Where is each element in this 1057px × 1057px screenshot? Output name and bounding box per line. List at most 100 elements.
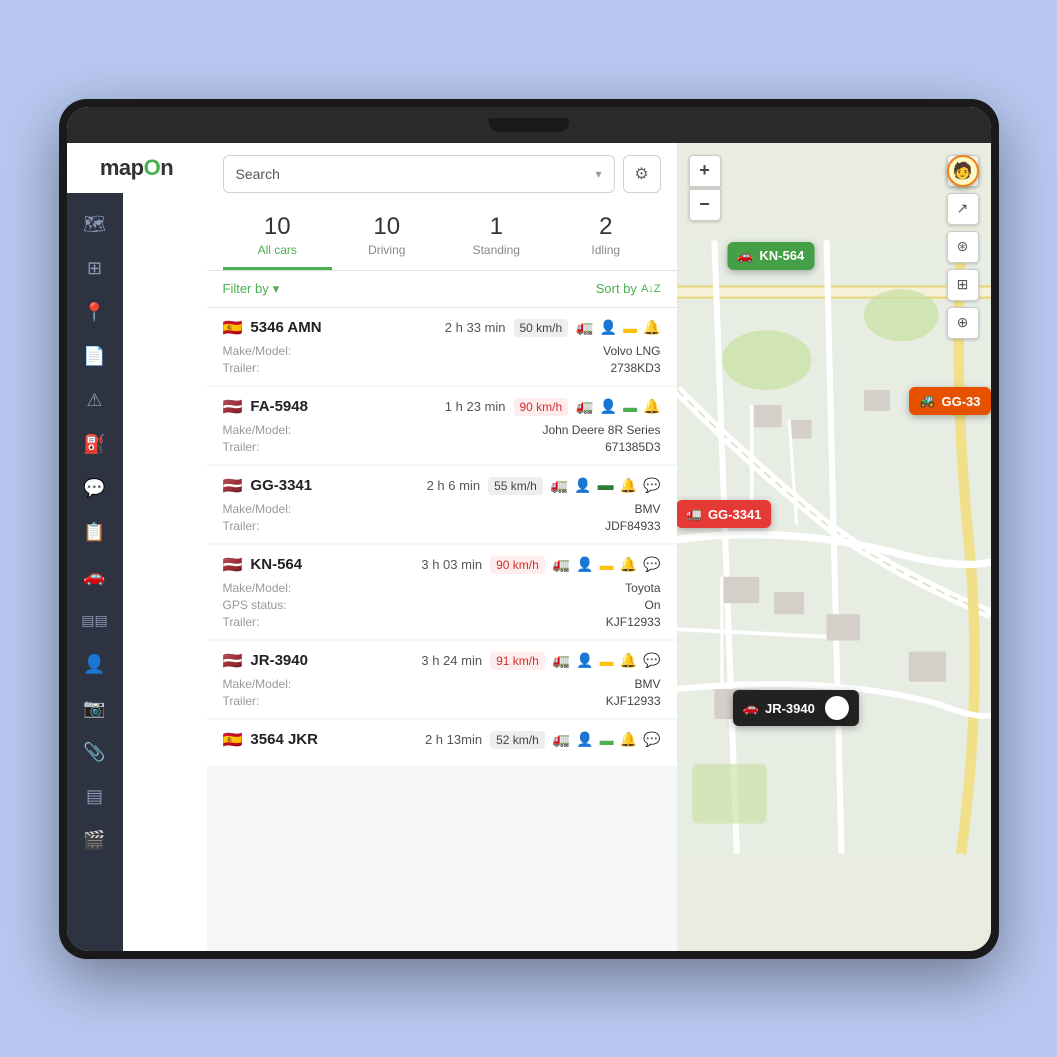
standing-count: 1 <box>446 213 548 241</box>
trailer-value: 671385D3 <box>605 440 660 454</box>
sidebar-icon-location[interactable]: 📍 <box>75 293 115 333</box>
make-model-label: Make/Model: <box>223 502 292 516</box>
device-inner: mapOn 🗺 ⊞ 📍 📄 ⚠ ⛽ 💬 📋 🚗 ▤▤ 👤 📷 📎 <box>67 107 991 951</box>
vehicle-meta-row: 2 h 6 min 55 km/h 🚛 👤 ▬ 🔔 💬 <box>427 477 661 495</box>
vehicle-detail-row: Make/Model: BMV <box>223 677 661 691</box>
sidebar-icon-dashboard[interactable]: ⊞ <box>75 249 115 289</box>
trailer-value: 2738KD3 <box>610 361 660 375</box>
sidebar-icon-report[interactable]: 📋 <box>75 513 115 553</box>
car-marker-icon: 🚗 <box>743 700 759 716</box>
vehicle-time: 3 h 24 min <box>421 653 482 668</box>
vehicle-main-row: 🇱🇻 JR-3940 3 h 24 min 91 km/h 🚛 👤 <box>223 651 661 671</box>
sidebar-icon-alert[interactable]: ⚠ <box>75 381 115 421</box>
map-marker-jr3940[interactable]: 🚗 JR-3940 ▶ <box>733 690 859 726</box>
vehicle-id: GG-3341 <box>250 477 312 494</box>
filter-button[interactable]: Filter by ▾ <box>223 281 280 297</box>
app-container: mapOn 🗺 ⊞ 📍 📄 ⚠ ⛽ 💬 📋 🚗 ▤▤ 👤 📷 📎 <box>67 143 991 951</box>
sidebar-icon-fuel[interactable]: ⛽ <box>75 425 115 465</box>
filter-sort-row: Filter by ▾ Sort by A↓Z <box>207 271 677 308</box>
search-input-text: Search <box>236 166 280 182</box>
vehicle-detail-row: Trailer: KJF12933 <box>223 694 661 708</box>
sort-button[interactable]: Sort by A↓Z <box>596 281 661 296</box>
map-marker-gg33[interactable]: 🚜 GG-33 <box>909 387 990 415</box>
flag-latvia: 🇱🇻 <box>223 555 243 575</box>
zoom-in-button[interactable]: + <box>689 155 721 187</box>
main-content: Search ▾ ⚙ 10 All cars 10 <box>207 143 991 951</box>
map-side-controls: 🧑 📏 ↗ ⊛ ⊞ ⊕ <box>947 155 979 339</box>
sidebar-icon-clipboard[interactable]: 📎 <box>75 733 115 773</box>
device-frame: mapOn 🗺 ⊞ 📍 📄 ⚠ ⛽ 💬 📋 🚗 ▤▤ 👤 📷 📎 <box>59 99 999 959</box>
message-icon: 💬 <box>643 652 660 669</box>
driver-icon: 👤 <box>600 319 617 336</box>
vehicle-panel: Search ▾ ⚙ 10 All cars 10 <box>207 143 677 951</box>
vehicle-meta-row: 2 h 33 min 50 km/h 🚛 👤 ▬ 🔔 <box>445 319 661 337</box>
map-svg <box>677 143 991 951</box>
vehicle-time: 1 h 23 min <box>445 399 506 414</box>
sort-label: Sort by <box>596 281 637 296</box>
trailer-value: KJF12933 <box>606 694 661 708</box>
car-marker-icon: 🚗 <box>737 248 753 264</box>
vehicle-id: FA-5948 <box>250 398 308 415</box>
tab-idling[interactable]: 2 Idling <box>551 205 661 270</box>
trailer-value: JDF84933 <box>605 519 660 533</box>
battery-icon: ▬ <box>623 399 637 415</box>
bell-icon: 🔔 <box>620 731 637 748</box>
sidebar-icon-keyboard[interactable]: ▤▤ <box>75 601 115 641</box>
trailer-label: Trailer: <box>223 519 260 533</box>
vehicle-speed: 90 km/h <box>514 398 569 416</box>
vehicle-item[interactable]: 🇱🇻 GG-3341 2 h 6 min 55 km/h 🚛 👤 <box>207 466 677 543</box>
search-input[interactable]: Search ▾ <box>223 155 615 193</box>
vehicle-item[interactable]: 🇱🇻 FA-5948 1 h 23 min 90 km/h 🚛 👤 <box>207 387 677 464</box>
vehicle-detail-row: Trailer: 671385D3 <box>223 440 661 454</box>
tab-standing[interactable]: 1 Standing <box>442 205 552 270</box>
sidebar-icon-user[interactable]: 👤 <box>75 645 115 685</box>
sidebar-icon-chat[interactable]: 💬 <box>75 469 115 509</box>
vehicle-time: 2 h 33 min <box>445 320 506 335</box>
camera-notch <box>489 118 569 132</box>
flag-spain: 🇪🇸 <box>223 318 243 338</box>
sidebar-icon-car[interactable]: 🚗 <box>75 557 115 597</box>
flag-spain: 🇪🇸 <box>223 730 243 750</box>
driver-icon: 👤 <box>576 556 593 573</box>
zoom-out-button[interactable]: − <box>689 189 721 221</box>
message-icon: 💬 <box>643 556 660 573</box>
vehicle-id-area: 🇱🇻 GG-3341 <box>223 476 313 496</box>
sidebar-icon-camera[interactable]: 📷 <box>75 689 115 729</box>
vehicle-meta-row: 3 h 03 min 90 km/h 🚛 👤 ▬ 🔔 💬 <box>421 556 660 574</box>
vehicle-detail-row: Make/Model: John Deere 8R Series <box>223 423 661 437</box>
battery-icon: ▬ <box>600 653 614 669</box>
vehicle-item[interactable]: 🇱🇻 KN-564 3 h 03 min 90 km/h 🚛 👤 <box>207 545 677 639</box>
title-bar <box>67 107 991 143</box>
route-icon[interactable]: ↗ <box>947 193 979 225</box>
driving-label: Driving <box>336 243 438 257</box>
vehicle-main-row: 🇪🇸 3564 JKR 2 h 13min 52 km/h 🚛 👤 <box>223 730 661 750</box>
make-model-value: Toyota <box>625 581 660 595</box>
search-row: Search ▾ ⚙ <box>223 155 661 193</box>
sidebar-icon-video[interactable]: 🎬 <box>75 821 115 861</box>
vehicle-item[interactable]: 🇪🇸 5346 AMN 2 h 33 min 50 km/h 🚛 👤 <box>207 308 677 385</box>
make-model-label: Make/Model: <box>223 677 292 691</box>
tab-all-cars[interactable]: 10 All cars <box>223 205 333 270</box>
tab-driving[interactable]: 10 Driving <box>332 205 442 270</box>
vehicle-icons: 🚛 👤 ▬ 🔔 <box>576 319 660 336</box>
bell-icon: 🔔 <box>620 556 637 573</box>
cluster-icon[interactable]: ⊛ <box>947 231 979 263</box>
make-model-value: Volvo LNG <box>603 344 660 358</box>
standing-label: Standing <box>446 243 548 257</box>
vehicle-item[interactable]: 🇪🇸 3564 JKR 2 h 13min 52 km/h 🚛 👤 <box>207 720 677 766</box>
filter-chevron-icon: ▾ <box>273 281 280 297</box>
vehicle-item[interactable]: 🇱🇻 JR-3940 3 h 24 min 91 km/h 🚛 👤 <box>207 641 677 718</box>
map-marker-gg3341[interactable]: 🚛 GG-3341 <box>677 500 772 528</box>
truck-icon: 🚛 <box>553 731 570 748</box>
layers-icon[interactable]: ⊞ <box>947 269 979 301</box>
target-icon[interactable]: ⊕ <box>947 307 979 339</box>
sidebar-icon-document[interactable]: 📄 <box>75 337 115 377</box>
vehicle-meta-row: 2 h 13min 52 km/h 🚛 👤 ▬ 🔔 💬 <box>425 731 661 749</box>
map-marker-kn564[interactable]: 🚗 KN-564 <box>727 242 814 270</box>
sidebar-icon-barcode[interactable]: ▤ <box>75 777 115 817</box>
vehicle-main-row: 🇱🇻 KN-564 3 h 03 min 90 km/h 🚛 👤 <box>223 555 661 575</box>
vehicle-id: 5346 AMN <box>250 319 321 336</box>
settings-button[interactable]: ⚙ <box>623 155 661 193</box>
street-view-icon[interactable]: 🧑 <box>947 155 979 187</box>
sidebar-icon-map[interactable]: 🗺 <box>75 205 115 245</box>
